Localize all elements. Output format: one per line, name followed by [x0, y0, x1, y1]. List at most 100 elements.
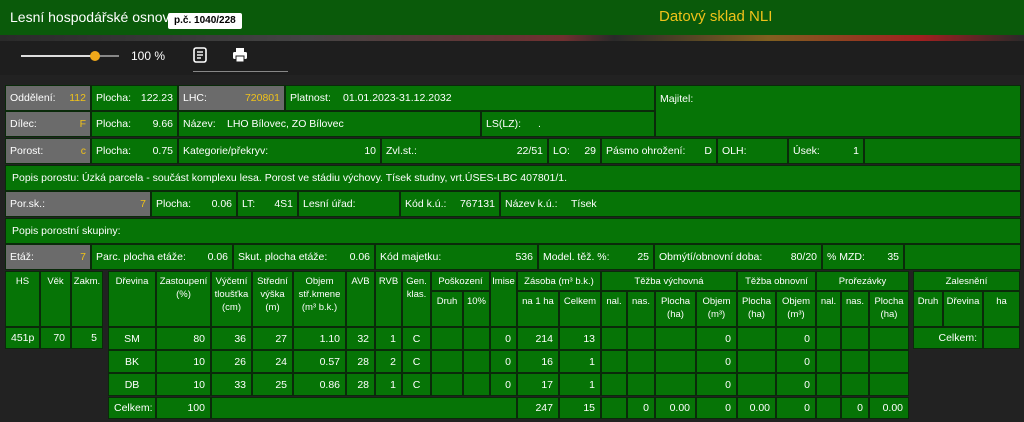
- model-tez-field: Model. těž. %: 25: [538, 244, 654, 270]
- total-na1ha: 247: [517, 397, 559, 419]
- tv-plocha-header: Plocha (ha): [655, 291, 696, 327]
- cell-empty: [463, 327, 490, 350]
- tv-objem-header: Objem (m³): [696, 291, 737, 327]
- porsk-field: Por.sk.: 7: [5, 191, 151, 217]
- kod-majetku-field: Kód majetku: 536: [375, 244, 538, 270]
- popis-skupiny-field: Popis porostní skupiny:: [5, 218, 1021, 244]
- ls-field: LS(LZ):.: [481, 111, 655, 137]
- hs-value: 451p: [5, 327, 40, 349]
- cell-empty: [655, 373, 696, 396]
- plocha-porsk-field: Plocha: 0.06: [151, 191, 237, 217]
- kod-ku-field: Kód k.ú.: 767131: [400, 191, 500, 217]
- cell-dreviny: DB: [108, 373, 156, 396]
- kategorie-field: Kategorie/překryv: 10: [178, 138, 381, 164]
- cell-imise: 0: [490, 327, 517, 350]
- cell-empty: [841, 327, 869, 350]
- na1ha-header: na 1 ha: [517, 291, 559, 327]
- cell-avb: 28: [346, 373, 375, 396]
- pr-plocha-header: Plocha (ha): [869, 291, 909, 327]
- cell-objem: 1.10: [293, 327, 346, 350]
- dilec-field: Dílec: F: [5, 111, 91, 137]
- total-label: Celkem:: [108, 397, 156, 419]
- zalesneni-header: Zalesnění: [913, 271, 1020, 291]
- parcel-ref-badge: p.č. 1040/228: [168, 13, 242, 29]
- cell-to-objem: 0: [776, 373, 816, 396]
- total-pr-plocha: 0.00: [869, 397, 909, 419]
- prorezavky-header: Prořezávky: [816, 271, 909, 291]
- hs-header: HS: [5, 271, 40, 327]
- rvb-header: RVB: [375, 271, 402, 327]
- plocha-oddeleni-field: Plocha: 122.23: [91, 85, 178, 111]
- cell-empty: [431, 373, 463, 396]
- cell-vyska: 25: [252, 373, 293, 396]
- toolbar-divider: [193, 71, 288, 72]
- avb-header: AVB: [346, 271, 375, 327]
- celkem-header: Celkem: [559, 291, 601, 327]
- zal-dreviny-header: Dřevina: [943, 291, 983, 327]
- cell-dreviny: SM: [108, 327, 156, 350]
- cell-tv-objem: 0: [696, 373, 737, 396]
- zoom-level-label: 100 %: [131, 49, 166, 63]
- tloustka-header: Výčetní tloušťka (cm): [211, 271, 252, 327]
- cell-objem: 0.86: [293, 373, 346, 396]
- vek-value: 70: [40, 327, 71, 349]
- total-tv-objem: 0: [696, 397, 737, 419]
- usek-field: Úsek: 1: [788, 138, 864, 164]
- majitel-field: Majitel:: [655, 85, 1021, 137]
- total-zastoupeni: 100: [156, 397, 211, 419]
- obmyti-field: Obmýtí/obnovní doba: 80/20: [654, 244, 822, 270]
- data-warehouse-title: Datový sklad NLI: [659, 8, 773, 25]
- cell-avb: 32: [346, 327, 375, 350]
- lt-field: LT: 4S1: [237, 191, 298, 217]
- cell-imise: 0: [490, 350, 517, 373]
- cell-tloustka: 26: [211, 350, 252, 373]
- printer-icon[interactable]: [231, 46, 249, 64]
- nazev-ku-field: Název k.ú.: Tísek: [500, 191, 1021, 217]
- cell-empty: [737, 350, 776, 373]
- header-bar: Lesní hospodářské osnovy p.č. 1040/228 D…: [0, 0, 1024, 35]
- app-title: Lesní hospodářské osnovy: [10, 9, 177, 25]
- cell-zastoupeni: 80: [156, 327, 211, 350]
- cell-empty: [601, 373, 627, 396]
- tezba-obnovni-header: Těžba obnovní: [737, 271, 816, 291]
- zal-druh-header: Druh: [913, 291, 943, 327]
- cell-empty: [431, 350, 463, 373]
- tv-nas-header: nas.: [627, 291, 655, 327]
- lo-field: LO: 29: [548, 138, 601, 164]
- cell-empty: [816, 350, 841, 373]
- cell-na1ha: 214: [517, 327, 559, 350]
- cell-na1ha: 17: [517, 373, 559, 396]
- cell-empty: [627, 350, 655, 373]
- cell-empty: [601, 350, 627, 373]
- porost-field: Porost: c: [5, 138, 91, 164]
- cell-pr-plocha: [869, 350, 909, 373]
- poskozeni-header: Poškození: [431, 271, 490, 291]
- zal-total-value: [983, 327, 1020, 349]
- mzd-field: % MZD: 35: [822, 244, 904, 270]
- cell-dreviny: BK: [108, 350, 156, 373]
- cell-imise: 0: [490, 373, 517, 396]
- notes-icon[interactable]: [191, 46, 209, 64]
- tezba-vychovna-header: Těžba výchovná: [601, 271, 737, 291]
- cell-to-objem: 0: [776, 350, 816, 373]
- zoom-slider-handle[interactable]: [90, 51, 100, 61]
- zakm-value: 5: [71, 327, 103, 349]
- total-to-objem: 0: [776, 397, 816, 419]
- cell-vyska: 24: [252, 350, 293, 373]
- gen-header: Gen. klas.: [402, 271, 431, 327]
- plocha-porost-field: Plocha: 0.75: [91, 138, 178, 164]
- pasmo-field: Pásmo ohrožení: D: [601, 138, 717, 164]
- cell-zastoupeni: 10: [156, 373, 211, 396]
- cell-rvb: 1: [375, 373, 402, 396]
- cell-empty: [816, 373, 841, 396]
- cell-celkem: 1: [559, 373, 601, 396]
- cell-empty: [601, 327, 627, 350]
- cell-zastoupeni: 10: [156, 350, 211, 373]
- dreviny-header: Dřevina: [108, 271, 156, 327]
- cell-gen: C: [402, 373, 431, 396]
- cell-rvb: 2: [375, 350, 402, 373]
- total-celkem: 15: [559, 397, 601, 419]
- imise-header: Imise: [490, 271, 517, 327]
- etaz-field: Etáž: 7: [5, 244, 91, 270]
- to-plocha-header: Plocha (ha): [737, 291, 776, 327]
